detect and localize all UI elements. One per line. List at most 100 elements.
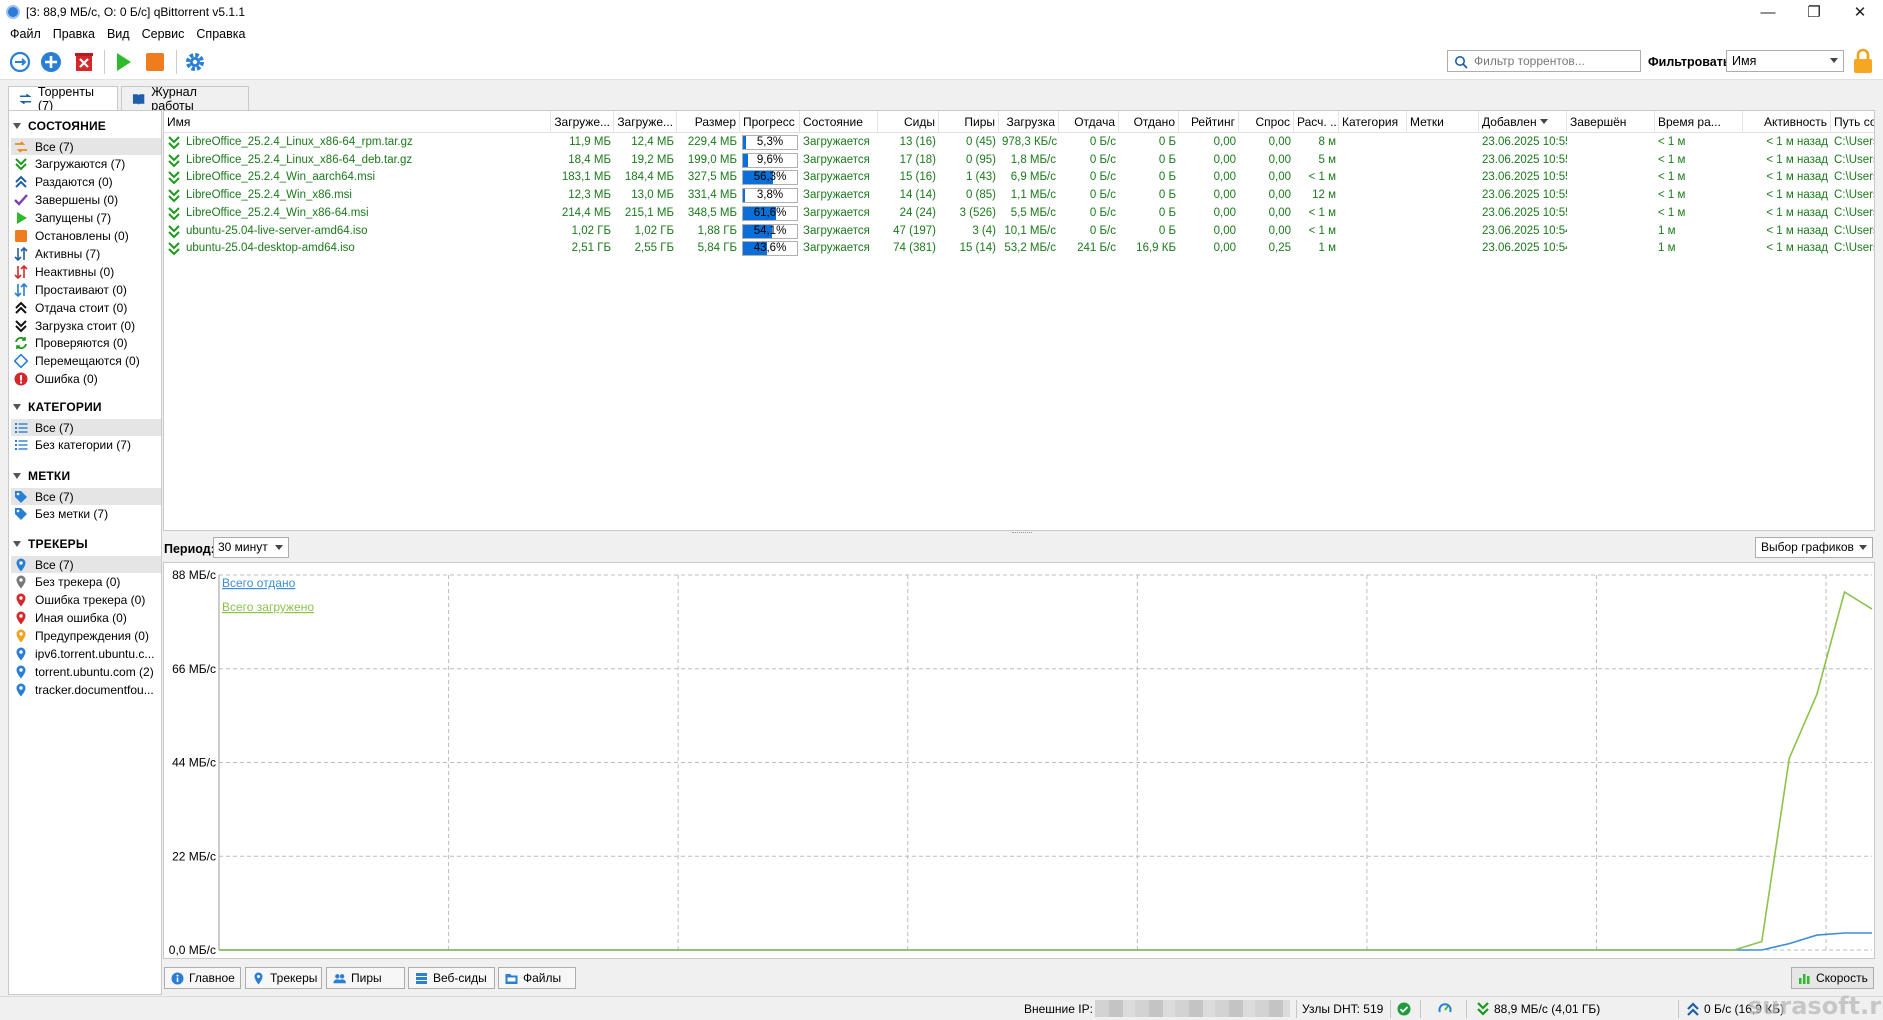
sidebar-status-stalled-downloading[interactable]: Загрузка стоит (0)	[11, 317, 161, 334]
sidebar-tracker-3[interactable]: Иная ошибка (0)	[11, 610, 161, 627]
table-row[interactable]: LibreOffice_25.2.4_Win_x86-64.msi 214,4 М…	[164, 205, 1874, 223]
menu-tools[interactable]: Сервис	[136, 27, 191, 41]
tab-log[interactable]: Журнал работы	[121, 85, 249, 113]
column-header-name[interactable]: Имя	[164, 111, 551, 133]
cell-ratio: 0,00	[1213, 224, 1236, 237]
column-header-completed[interactable]: Завершён	[1567, 111, 1655, 133]
tab-torrents[interactable]: Торренты (7)	[8, 85, 118, 113]
column-header-uploaded[interactable]: Отдано	[1119, 111, 1179, 133]
column-header-added[interactable]: Добавлен	[1479, 111, 1567, 133]
sidebar-status-running[interactable]: Запущены (7)	[11, 210, 161, 227]
table-row[interactable]: LibreOffice_25.2.4_Linux_x86-64_deb.tar.…	[164, 152, 1874, 170]
sidebar-status-stalled[interactable]: Простаивают (0)	[11, 281, 161, 298]
sidebar-status-downloading[interactable]: Загружаются (7)	[11, 156, 161, 173]
sidebar-tracker-7[interactable]: tracker.documentfou...	[11, 681, 161, 698]
column-header-up[interactable]: Отдача	[1059, 111, 1119, 133]
column-header-path[interactable]: Путь сох...	[1831, 111, 1874, 133]
column-header-category[interactable]: Категория	[1339, 111, 1407, 133]
progress-bar: 3,8%	[742, 188, 798, 204]
table-row[interactable]: LibreOffice_25.2.4_Win_x86.msi 12,3 МБ 13,…	[164, 187, 1874, 205]
add-link-button[interactable]	[8, 50, 32, 74]
column-header-down[interactable]: Загрузка	[999, 111, 1059, 133]
menu-bar: Файл Правка Вид Сервис Справка	[0, 24, 1883, 44]
column-header-dl2[interactable]: Загруже...	[614, 111, 677, 133]
sidebar-tracker-5[interactable]: ipv6.torrent.ubuntu.c...	[11, 646, 161, 663]
sidebar-status-all[interactable]: Все (7)	[11, 138, 161, 155]
menu-file[interactable]: Файл	[4, 27, 47, 41]
close-button[interactable]: ✕	[1837, 0, 1883, 24]
tags-header[interactable]: МЕТКИ	[13, 469, 70, 483]
menu-edit[interactable]: Правка	[47, 27, 101, 41]
column-header-size[interactable]: Размер	[677, 111, 740, 133]
sidebar-status-active[interactable]: Активны (7)	[11, 245, 161, 262]
sidebar-tracker-2[interactable]: Ошибка трекера (0)	[11, 592, 161, 609]
sidebar-tracker-0[interactable]: Все (7)	[11, 556, 161, 573]
column-header-seeds[interactable]: Сиды	[878, 111, 939, 133]
add-torrent-button[interactable]	[39, 50, 63, 74]
cell-activity: < 1 м назад	[1766, 153, 1828, 166]
table-row[interactable]: LibreOffice_25.2.4_Linux_x86-64_rpm.tar.…	[164, 134, 1874, 152]
sidebar-status-seeding[interactable]: Раздаются (0)	[11, 174, 161, 191]
sidebar-tracker-6[interactable]: torrent.ubuntu.com (2)	[11, 663, 161, 680]
connection-ok-icon[interactable]	[1397, 1002, 1411, 1016]
legend-entry-1[interactable]: Всего загружено	[222, 600, 314, 614]
sidebar-status-checking[interactable]: Проверяются (0)	[11, 335, 161, 352]
cell-up: 0 Б/с	[1089, 206, 1116, 219]
column-header-avail[interactable]: Спрос	[1239, 111, 1294, 133]
tab-webseeds[interactable]: Веб-сиды	[408, 967, 495, 989]
cell-avail: 0,00	[1268, 206, 1291, 219]
status-header[interactable]: СОСТОЯНИЕ	[13, 119, 106, 133]
tab-speed[interactable]: Скорость	[1791, 967, 1874, 989]
stop-button[interactable]	[143, 50, 167, 74]
tab-general[interactable]: Главное	[164, 967, 241, 989]
sidebar-status-stopped[interactable]: Остановлены (0)	[11, 228, 161, 245]
column-header-eta[interactable]: Расч. ...	[1294, 111, 1339, 133]
column-header-peers[interactable]: Пиры	[939, 111, 999, 133]
categories-header[interactable]: КАТЕГОРИИ	[13, 400, 102, 414]
tab-trackers[interactable]: Трекеры	[245, 967, 322, 989]
tab-files[interactable]: Файлы	[498, 967, 576, 989]
tab-peers[interactable]: Пиры	[326, 967, 405, 989]
sidebar-status-inactive[interactable]: Неактивны (0)	[11, 263, 161, 280]
minimize-button[interactable]: —	[1745, 0, 1791, 24]
delete-button[interactable]	[72, 50, 96, 74]
tab-torrents-label: Торренты (7)	[37, 85, 95, 113]
table-row[interactable]: LibreOffice_25.2.4_Win_aarch64.msi 183,1 …	[164, 169, 1874, 187]
column-header-state[interactable]: Состояние	[800, 111, 878, 133]
trackers-header[interactable]: ТРЕКЕРЫ	[13, 537, 88, 551]
sidebar-category-all[interactable]: Все (7)	[11, 419, 161, 436]
menu-help[interactable]: Справка	[190, 27, 251, 41]
period-select[interactable]: 30 минут	[213, 537, 289, 558]
sidebar-tag-untagged[interactable]: Без метки (7)	[11, 506, 161, 523]
table-row[interactable]: ubuntu-25.04-live-server-amd64.iso 1,02 Г…	[164, 223, 1874, 241]
cell-avail: 0,00	[1268, 136, 1291, 148]
sidebar-status-stalled-uploading[interactable]: Отдача стоит (0)	[11, 299, 161, 316]
cell-dl1: 1,02 ГБ	[571, 224, 611, 237]
torrent-filter-input[interactable]: Фильтр торрентов...	[1447, 50, 1641, 72]
graph-select[interactable]: Выбор графиков	[1755, 537, 1873, 558]
alt-speed-icon[interactable]	[1438, 1002, 1452, 1016]
menu-view[interactable]: Вид	[101, 27, 136, 41]
lock-button[interactable]	[1852, 48, 1874, 74]
filter-field-select[interactable]: Имя	[1726, 50, 1844, 72]
column-header-time[interactable]: Время ра...	[1655, 111, 1743, 133]
start-button[interactable]	[111, 50, 135, 74]
sidebar-status-completed[interactable]: Завершены (0)	[11, 192, 161, 209]
splitter-handle[interactable]	[1012, 532, 1032, 534]
column-header-ratio[interactable]: Рейтинг	[1179, 111, 1239, 133]
column-header-dl1[interactable]: Загруже...	[551, 111, 614, 133]
search-icon	[1455, 56, 1468, 69]
sidebar-tracker-1[interactable]: Без трекера (0)	[11, 574, 161, 591]
table-row[interactable]: ubuntu-25.04-desktop-amd64.iso 2,51 ГБ 2,5…	[164, 240, 1874, 258]
column-header-tags[interactable]: Метки	[1407, 111, 1479, 133]
maximize-button[interactable]: ❐	[1791, 0, 1837, 24]
sidebar-status-moving[interactable]: Перемещаются (0)	[11, 353, 161, 370]
column-header-activity[interactable]: Активность	[1743, 111, 1831, 133]
settings-button[interactable]	[183, 50, 207, 74]
sidebar-tracker-4[interactable]: Предупреждения (0)	[11, 628, 161, 645]
sidebar-status-errored[interactable]: Ошибка (0)	[11, 371, 161, 388]
column-header-progress[interactable]: Прогресс	[740, 111, 800, 133]
sidebar-category-uncategorized[interactable]: Без категории (7)	[11, 437, 161, 454]
legend-entry-0[interactable]: Всего отдано	[222, 576, 296, 590]
sidebar-tag-all[interactable]: Все (7)	[11, 488, 161, 505]
